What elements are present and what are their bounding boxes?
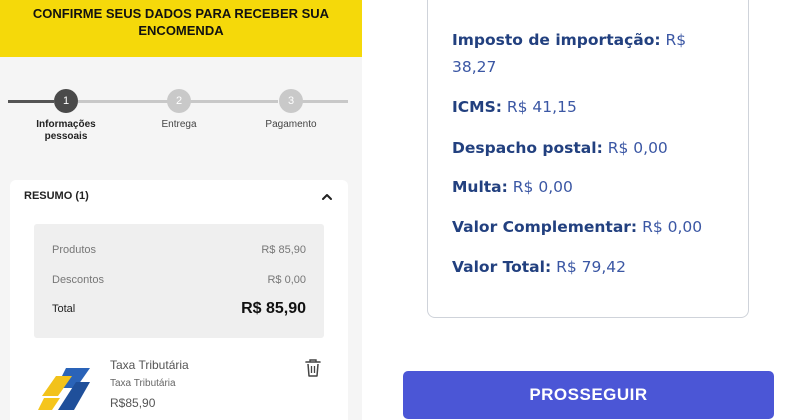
total-value: R$ 85,90 [241, 300, 306, 317]
confirm-banner: CONFIRME SEUS DADOS PARA RECEBER SUA ENC… [0, 0, 362, 57]
chevron-up-icon[interactable] [320, 190, 334, 204]
tax-line-multa: Multa: R$ 0,00 [452, 174, 728, 201]
tax-line-complementar: Valor Complementar: R$ 0,00 [452, 214, 728, 241]
tax-label: Multa: [452, 178, 508, 196]
total-label: Total [52, 303, 76, 315]
tax-breakdown-card: Imposto de importação: R$ 38,27 ICMS: R$… [427, 0, 749, 318]
product-price: R$85,90 [110, 396, 156, 410]
summary-value: R$ 0,00 [267, 274, 306, 286]
tax-line-total: Valor Total: R$ 79,42 [452, 254, 728, 281]
checkout-stepper: 1 2 3 Informações pessoais Entrega Pagam… [0, 86, 362, 146]
resumo-header[interactable]: RESUMO (1) [24, 190, 89, 202]
stepper-line-2 [78, 100, 168, 103]
stepper-line-4 [302, 100, 348, 103]
step-1-circle[interactable]: 1 [54, 89, 78, 113]
tax-value: R$ 79,42 [556, 258, 627, 276]
step-2-label: Entrega [161, 119, 197, 130]
summary-label: Descontos [52, 274, 104, 286]
trash-icon[interactable] [304, 358, 322, 378]
summary-row-descontos: Descontos R$ 0,00 [52, 274, 306, 286]
tax-label: Valor Total: [452, 258, 552, 276]
stepper-line-1 [8, 100, 54, 103]
summary-box: Produtos R$ 85,90 Descontos R$ 0,00 Tota… [34, 224, 324, 338]
tax-line-icms: ICMS: R$ 41,15 [452, 94, 728, 121]
summary-row-total: Total R$ 85,90 [52, 300, 306, 318]
tax-line-despacho: Despacho postal: R$ 0,00 [452, 135, 728, 162]
product-name: Taxa Tributária [110, 358, 189, 372]
step-1-label: Informações pessoais [36, 119, 96, 142]
tax-value: R$ 41,15 [506, 98, 577, 116]
step-3-circle[interactable]: 3 [279, 89, 303, 113]
summary-value: R$ 85,90 [261, 244, 306, 256]
page-root: CONFIRME SEUS DADOS PARA RECEBER SUA ENC… [0, 0, 800, 420]
step-2-circle[interactable]: 2 [167, 89, 191, 113]
product-item: Taxa Tributária Taxa Tributária R$85,90 [10, 350, 348, 420]
tax-value: R$ 0,00 [512, 178, 573, 196]
banner-text: CONFIRME SEUS DADOS PARA RECEBER SUA ENC… [32, 5, 330, 38]
tax-label: Imposto de importação: [452, 31, 661, 49]
step-3-label: Pagamento [265, 119, 317, 130]
tax-label: Valor Complementar: [452, 218, 638, 236]
proceed-button[interactable]: PROSSEGUIR [403, 371, 774, 419]
tax-label: ICMS: [452, 98, 502, 116]
checkout-panel: CONFIRME SEUS DADOS PARA RECEBER SUA ENC… [0, 0, 362, 420]
tax-value: R$ 0,00 [607, 139, 668, 157]
tax-value: R$ 0,00 [642, 218, 703, 236]
summary-label: Produtos [52, 244, 97, 256]
correios-logo-icon [38, 368, 90, 410]
resumo-card: RESUMO (1) Produtos R$ 85,90 Descontos R… [10, 180, 348, 420]
stepper-line-3 [190, 100, 278, 103]
summary-row-produtos: Produtos R$ 85,90 [52, 244, 306, 256]
product-subtitle: Taxa Tributária [110, 378, 176, 389]
tax-line-import: Imposto de importação: R$ 38,27 [452, 27, 728, 81]
tax-label: Despacho postal: [452, 139, 603, 157]
